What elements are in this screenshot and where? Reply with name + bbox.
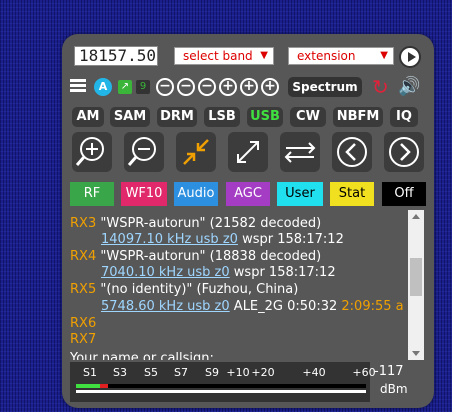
callsign-prompt: Your name or callsign: [70,351,214,360]
reload-icon[interactable]: ↻ [372,77,389,97]
rx-label: RX7 [70,332,97,347]
play-button[interactable] [399,46,421,68]
s-meter-level [76,384,100,388]
band-select[interactable]: select band ▼ [174,47,274,65]
zoom-in-small-button[interactable]: + [219,78,237,96]
rx-title: "WSPR-autorun" (21582 decoded) [100,216,322,231]
tab-off[interactable]: Off [382,182,426,206]
scroll-thumb[interactable] [410,258,422,296]
step-forward-icon[interactable] [384,132,424,172]
user-list-log: RX3 "WSPR-autorun" (21582 decoded) 14097… [62,210,418,360]
s-meter-tick: +40 [302,366,326,379]
external-link-icon[interactable]: ↗ [118,80,132,94]
mode-drm-button[interactable]: DRM [157,107,197,127]
zoom-tools-row [70,132,430,172]
scroll-up-icon[interactable] [412,214,420,219]
scroll-down-icon[interactable] [412,351,420,356]
s-meter-baseline [76,390,366,393]
s-meter-tick: S9 [205,366,219,379]
band-select-label: select band [183,49,253,63]
rx-frequency-link[interactable]: 7040.10 kHz usb z0 [101,265,230,280]
rx-label: RX4 [70,249,97,264]
rx-label: RX3 [70,216,97,231]
log-scrollbar[interactable] [408,210,424,360]
rx-info: wspr 158:17:12 [242,232,344,247]
step-back-icon[interactable] [332,132,372,172]
tab-agc[interactable]: AGC [226,182,270,206]
s-meter-track [76,384,366,388]
s-meter-tick: S1 [83,366,97,379]
s-meter-tick: S7 [174,366,188,379]
mode-nbfm-button[interactable]: NBFM [333,107,383,127]
s-meter-tick: +20 [251,366,275,379]
toggle-link-icon[interactable] [280,132,320,172]
s-meter-unit: dBm [380,382,408,396]
mode-usb-button[interactable]: USB [247,107,283,127]
menu-icon[interactable] [70,79,86,93]
zoom-max-icon[interactable] [228,132,268,172]
mode-lsb-button[interactable]: LSB [204,107,240,127]
extension-select[interactable]: extension ▼ [288,47,394,65]
tab-audio[interactable]: Audio [174,182,218,206]
mode-iq-button[interactable]: IQ [390,107,418,127]
frequency-row: 18157.50 select band ▼ extension ▼ [72,46,428,68]
mode-sam-button[interactable]: SAM [110,107,150,127]
s-meter-peak [100,384,108,388]
mode-am-button[interactable]: AM [72,107,104,127]
rx-title: "WSPR-autorun" (18838 decoded) [100,249,322,264]
toolbar-row: A ↗ 9 − − − + + + Spectrum ↻ 🔊 [70,76,428,98]
zoom-out-medium-button[interactable]: − [177,78,195,96]
s-meter-tick: S5 [144,366,158,379]
tab-stat[interactable]: Stat [330,182,374,206]
s-meter-tick: +60 [352,366,376,379]
zoom-in-medium-button[interactable]: + [240,78,258,96]
rx-info: wspr 158:17:12 [233,265,336,280]
s-meter-scale: S1 S3 S5 S7 S9 +10 +20 +40 +60 [70,362,376,402]
control-tabs: RF WF10 Audio AGC User Stat Off [70,182,426,206]
channel-a-button[interactable]: A [94,78,112,96]
rx-frequency-link[interactable]: 5748.60 kHz usb z0 [101,299,230,314]
extension-select-label: extension [297,49,356,63]
zoom-to-band-icon[interactable] [176,132,216,172]
zoom-in-large-button[interactable]: + [261,78,279,96]
rx-info: ALE_2G 0:50:32 [233,299,338,314]
spectrum-button[interactable]: Spectrum [288,77,362,97]
zoom-out-icon[interactable] [124,132,164,172]
tab-user[interactable]: User [277,182,323,206]
tab-wf10[interactable]: WF10 [121,182,167,206]
rx-label: RX5 [70,282,97,297]
speaker-icon[interactable]: 🔊 [398,77,420,97]
zoom-out-large-button[interactable]: − [156,78,174,96]
s-meter-tick: S3 [113,366,127,379]
s-meter-value: -117 [374,364,404,379]
step-value-badge[interactable]: 9 [136,80,150,94]
rx-label: RX6 [70,316,97,331]
rx-frequency-link[interactable]: 14097.10 kHz usb z0 [101,232,238,247]
tab-rf[interactable]: RF [70,182,114,206]
chevron-down-icon: ▼ [380,50,388,61]
rx-title: "(no identity)" (Fuzhou, China) [100,282,299,297]
s-meter: S1 S3 S5 S7 S9 +10 +20 +40 +60 -117 dBm [70,362,420,402]
zoom-out-small-button[interactable]: − [198,78,216,96]
zoom-in-icon[interactable] [72,132,112,172]
rx-time: 2:09:55 a [341,299,404,314]
control-panel: 18157.50 select band ▼ extension ▼ A ↗ 9… [62,34,434,408]
s-meter-tick: +10 [226,366,250,379]
mode-cw-button[interactable]: CW [290,107,326,127]
mode-buttons: AM SAM DRM LSB USB CW NBFM IQ [72,107,428,127]
chevron-down-icon: ▼ [260,50,268,61]
frequency-input[interactable]: 18157.50 [74,46,158,66]
